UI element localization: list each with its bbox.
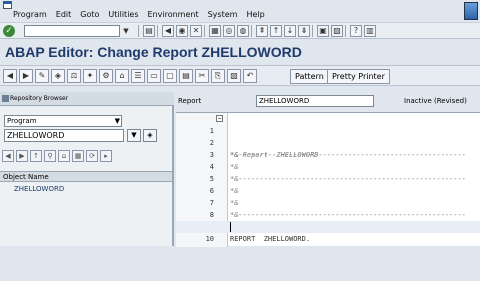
menu-system[interactable]: System <box>208 10 238 19</box>
object-name-input[interactable]: ZHELLOWORD <box>4 129 124 142</box>
copy-icon[interactable]: ⎘ <box>211 69 225 83</box>
command-field[interactable] <box>24 25 120 37</box>
object-type-value: Program <box>7 117 37 125</box>
standard-toolbar: ✓ ▼ ▤ ◀ ◉ ✕ ▦ ◎ ◍ ⇞ ↑ ↓ ⇟ ▣ ▧ ? ▥ <box>0 22 480 39</box>
object-name-column-header[interactable]: Object Name <box>0 171 172 182</box>
where-used-icon[interactable]: ⌂ <box>115 69 129 83</box>
menu-goto[interactable]: Goto <box>80 10 99 19</box>
grid-icon[interactable]: ▦ <box>72 150 84 162</box>
repository-browser: Repository Browser Program ▼ ZHELLOWORD … <box>0 92 174 246</box>
standard-icons: ▤ ◀ ◉ ✕ ▦ ◎ ◍ ⇞ ↑ ↓ ⇟ ▣ ▧ ? ▥ <box>138 25 376 37</box>
report-label: Report <box>178 97 202 105</box>
print-icon[interactable]: ▦ <box>209 25 221 37</box>
cancel-icon[interactable]: ✕ <box>190 25 202 37</box>
last-page-icon[interactable]: ⇟ <box>298 25 310 37</box>
shortcut-icon[interactable]: ▧ <box>331 25 343 37</box>
object-dropdown-button[interactable]: ▼ <box>127 129 141 142</box>
menu-utilities[interactable]: Utilities <box>108 10 138 19</box>
tree-toolbar: ◀ ▶ ↑ ⚲ ⌂ ▦ ⟳ ▸ <box>2 150 112 162</box>
menu-items: Program Edit Goto Utilities Environment … <box>13 10 265 19</box>
menu-edit[interactable]: Edit <box>56 10 72 19</box>
text-cursor <box>230 222 231 232</box>
other-object-icon[interactable]: ◈ <box>51 69 65 83</box>
editor-pane: Report ZHELLOWORD Inactive (Revised) 1 −… <box>176 92 480 247</box>
code-line[interactable]: 5 *& <box>176 161 480 195</box>
undo-icon[interactable]: ↶ <box>243 69 257 83</box>
menu-environment[interactable]: Environment <box>148 10 199 19</box>
code-line[interactable]: 7 *&------------------------------------… <box>176 185 480 219</box>
title-bar: ABAP Editor: Change Report ZHELLOWORD <box>0 39 480 63</box>
chevron-down-icon[interactable]: ▼ <box>115 116 120 126</box>
check-syntax-icon[interactable]: ⚖ <box>67 69 81 83</box>
display-object-button[interactable]: ◈ <box>143 129 157 142</box>
menu-program[interactable]: Program <box>13 10 47 19</box>
window-icon[interactable] <box>3 1 12 9</box>
test-icon[interactable]: ⚙ <box>99 69 113 83</box>
new-session-icon[interactable]: ▣ <box>317 25 329 37</box>
cut-icon[interactable]: ✂ <box>195 69 209 83</box>
code-line[interactable]: 6 *& <box>176 173 480 207</box>
menu-help[interactable]: Help <box>246 10 264 19</box>
code-line[interactable]: 2 *& Report ZHELLOWORD <box>176 125 480 159</box>
expand-icon[interactable]: ▸ <box>100 150 112 162</box>
pattern-button[interactable]: Pattern <box>290 69 329 84</box>
collapse-icon[interactable]: − <box>216 115 223 122</box>
status-text: Inactive (Revised) <box>404 97 467 105</box>
application-toolbar: ◀ ▶ ✎ ◈ ⚖ ✦ ⚙ ⌂ ☰ ▭ ▢ ▤ ✂ ⎘ ▧ ↶ Pattern … <box>0 65 480 86</box>
menu-bar: Program Edit Goto Utilities Environment … <box>0 0 480 22</box>
app-icons: ◀ ▶ ✎ ◈ ⚖ ✦ ⚙ ⌂ ☰ ▭ ▢ ▤ ✂ ⎘ ▧ ↶ <box>3 69 257 83</box>
page-title: ABAP Editor: Change Report ZHELLOWORD <box>5 44 302 60</box>
exit-icon[interactable]: ◉ <box>176 25 188 37</box>
save-icon[interactable]: ▤ <box>143 25 155 37</box>
code-line[interactable]: 9 REPORT ZHELLOWORD. <box>176 209 480 243</box>
navigation-window-icon[interactable]: ▭ <box>147 69 161 83</box>
repository-browser-title: Repository Browser <box>10 95 69 102</box>
find-icon[interactable]: ◎ <box>223 25 235 37</box>
command-history-icon[interactable]: ▼ <box>121 26 131 36</box>
enter-icon[interactable]: ✓ <box>3 25 15 37</box>
paste-icon[interactable]: ▧ <box>227 69 241 83</box>
code-line[interactable]: 3 *& <box>176 137 480 171</box>
enhance-icon[interactable]: ▤ <box>179 69 193 83</box>
first-page-icon[interactable]: ⇞ <box>256 25 268 37</box>
help-icon[interactable]: ? <box>350 25 362 37</box>
display-change-icon[interactable]: ✎ <box>35 69 49 83</box>
prev-page-icon[interactable]: ↑ <box>270 25 282 37</box>
code-line-current[interactable]: 10 <box>176 221 480 243</box>
filter-icon[interactable]: ⚲ <box>44 150 56 162</box>
forward-icon[interactable]: ▶ <box>16 150 28 162</box>
code-line[interactable]: 1 − *&----------------------------------… <box>176 113 480 159</box>
forward-arrow-icon[interactable]: ▶ <box>19 69 33 83</box>
report-name-field: ZHELLOWORD <box>256 95 374 107</box>
repository-browser-header: Repository Browser <box>0 92 174 106</box>
back-icon[interactable]: ◀ <box>2 150 14 162</box>
code-line[interactable]: 8 <box>176 197 480 219</box>
object-list-icon[interactable]: ☰ <box>131 69 145 83</box>
layout-icon[interactable]: ▥ <box>364 25 376 37</box>
repository-browser-icon <box>2 95 9 102</box>
fullscreen-icon[interactable]: ▢ <box>163 69 177 83</box>
up-icon[interactable]: ↑ <box>30 150 42 162</box>
hierarchy-icon[interactable]: ⌂ <box>58 150 70 162</box>
next-page-icon[interactable]: ↓ <box>284 25 296 37</box>
tree-item[interactable]: ZHELLOWORD <box>14 185 64 193</box>
refresh-icon[interactable]: ⟳ <box>86 150 98 162</box>
activate-icon[interactable]: ✦ <box>83 69 97 83</box>
pretty-printer-button[interactable]: Pretty Printer <box>327 69 390 84</box>
object-type-select[interactable]: Program ▼ <box>4 115 122 127</box>
code-line[interactable]: 4 *&------------------------------------… <box>176 149 480 183</box>
back-arrow-icon[interactable]: ◀ <box>3 69 17 83</box>
sap-logo-icon <box>464 2 478 20</box>
find-next-icon[interactable]: ◍ <box>237 25 249 37</box>
code-editor[interactable]: 1 − *&----------------------------------… <box>176 112 480 247</box>
back-icon[interactable]: ◀ <box>162 25 174 37</box>
